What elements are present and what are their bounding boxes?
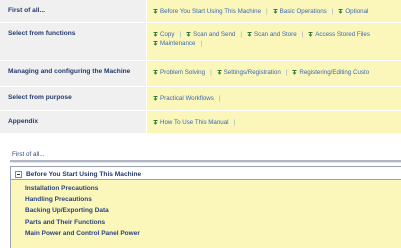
download-arrow-icon xyxy=(153,41,158,46)
nav-link-problem-solving[interactable]: Problem Solving xyxy=(153,69,205,76)
nav-row-select-functions: Select from functions Copy | Scan and Send… xyxy=(0,23,401,61)
nav-heading: First of all... xyxy=(0,0,147,22)
nav-links: Problem Solving | Settings/Registration | Re… xyxy=(147,61,401,86)
download-arrow-icon xyxy=(153,32,158,37)
topic-box-header[interactable]: Before You Start Using This Machine xyxy=(11,166,401,180)
nav-link-copy[interactable]: Copy xyxy=(153,31,174,38)
topic-link[interactable]: Parts and Their Functions xyxy=(25,217,401,228)
nav-row-managing: Managing and configuring the Machine Pro… xyxy=(0,61,401,87)
nav-link-access-stored-files[interactable]: Access Stored Files xyxy=(308,31,370,38)
nav-links: Before You Start Using This Machine | Basi… xyxy=(147,0,401,22)
download-arrow-icon xyxy=(292,70,297,75)
download-arrow-icon xyxy=(217,70,222,75)
nav-row-appendix: Appendix How To Use This Manual | xyxy=(0,111,401,134)
nav-heading: Select from purpose xyxy=(0,87,147,110)
topic-box-title: Before You Start Using This Machine xyxy=(26,171,142,178)
nav-heading: Appendix xyxy=(0,111,147,133)
nav-heading: Managing and configuring the Machine xyxy=(0,61,147,86)
topic-link[interactable]: Backing Up/Exporting Data xyxy=(25,205,401,216)
section-title: First of all... xyxy=(12,151,45,158)
nav-link-maintenance[interactable]: Maintenance xyxy=(153,40,195,47)
minus-box-icon[interactable] xyxy=(15,171,22,178)
topic-link[interactable]: Main Power and Control Panel Power xyxy=(25,228,401,239)
nav-link-optional[interactable]: Optional xyxy=(338,8,368,15)
download-arrow-icon xyxy=(153,96,158,101)
topic-list: Installation Precautions Handling Precau… xyxy=(11,180,401,239)
nav-link-before-you-start[interactable]: Before You Start Using This Machine xyxy=(153,8,261,15)
nav-link-scan-and-store[interactable]: Scan and Store xyxy=(247,31,297,38)
download-arrow-icon xyxy=(247,32,252,37)
download-arrow-icon xyxy=(153,9,158,14)
download-arrow-icon xyxy=(338,9,343,14)
section-divider-shadow xyxy=(10,162,401,163)
nav-link-registering-editing[interactable]: Registering/Editing Custo xyxy=(292,69,369,76)
download-arrow-icon xyxy=(153,70,158,75)
nav-links: Practical Workflows | xyxy=(147,87,401,110)
topic-box: Before You Start Using This Machine Inst… xyxy=(10,166,401,248)
nav-links: Copy | Scan and Send | Scan and Store | Access… xyxy=(147,23,401,60)
download-arrow-icon xyxy=(153,120,158,125)
nav-link-settings-registration[interactable]: Settings/Registration xyxy=(217,69,281,76)
topic-link[interactable]: Handling Precautions xyxy=(25,194,401,205)
nav-link-practical-workflows[interactable]: Practical Workflows xyxy=(153,95,214,102)
download-arrow-icon xyxy=(308,32,313,37)
nav-heading: Select from functions xyxy=(0,23,147,60)
download-arrow-icon xyxy=(273,9,278,14)
nav-link-basic-operations[interactable]: Basic Operations xyxy=(273,8,327,15)
nav-link-scan-and-send[interactable]: Scan and Send xyxy=(186,31,235,38)
nav-row-first-of-all: First of all... Before You Start Using T… xyxy=(0,0,401,23)
nav-link-how-to-use[interactable]: How To Use This Manual xyxy=(153,119,229,126)
top-navigation: First of all... Before You Start Using T… xyxy=(0,0,401,134)
nav-links: How To Use This Manual | xyxy=(147,111,401,133)
topic-link[interactable]: Installation Precautions xyxy=(25,183,401,194)
download-arrow-icon xyxy=(186,32,191,37)
nav-row-select-purpose: Select from purpose Practical Workflows | xyxy=(0,87,401,111)
